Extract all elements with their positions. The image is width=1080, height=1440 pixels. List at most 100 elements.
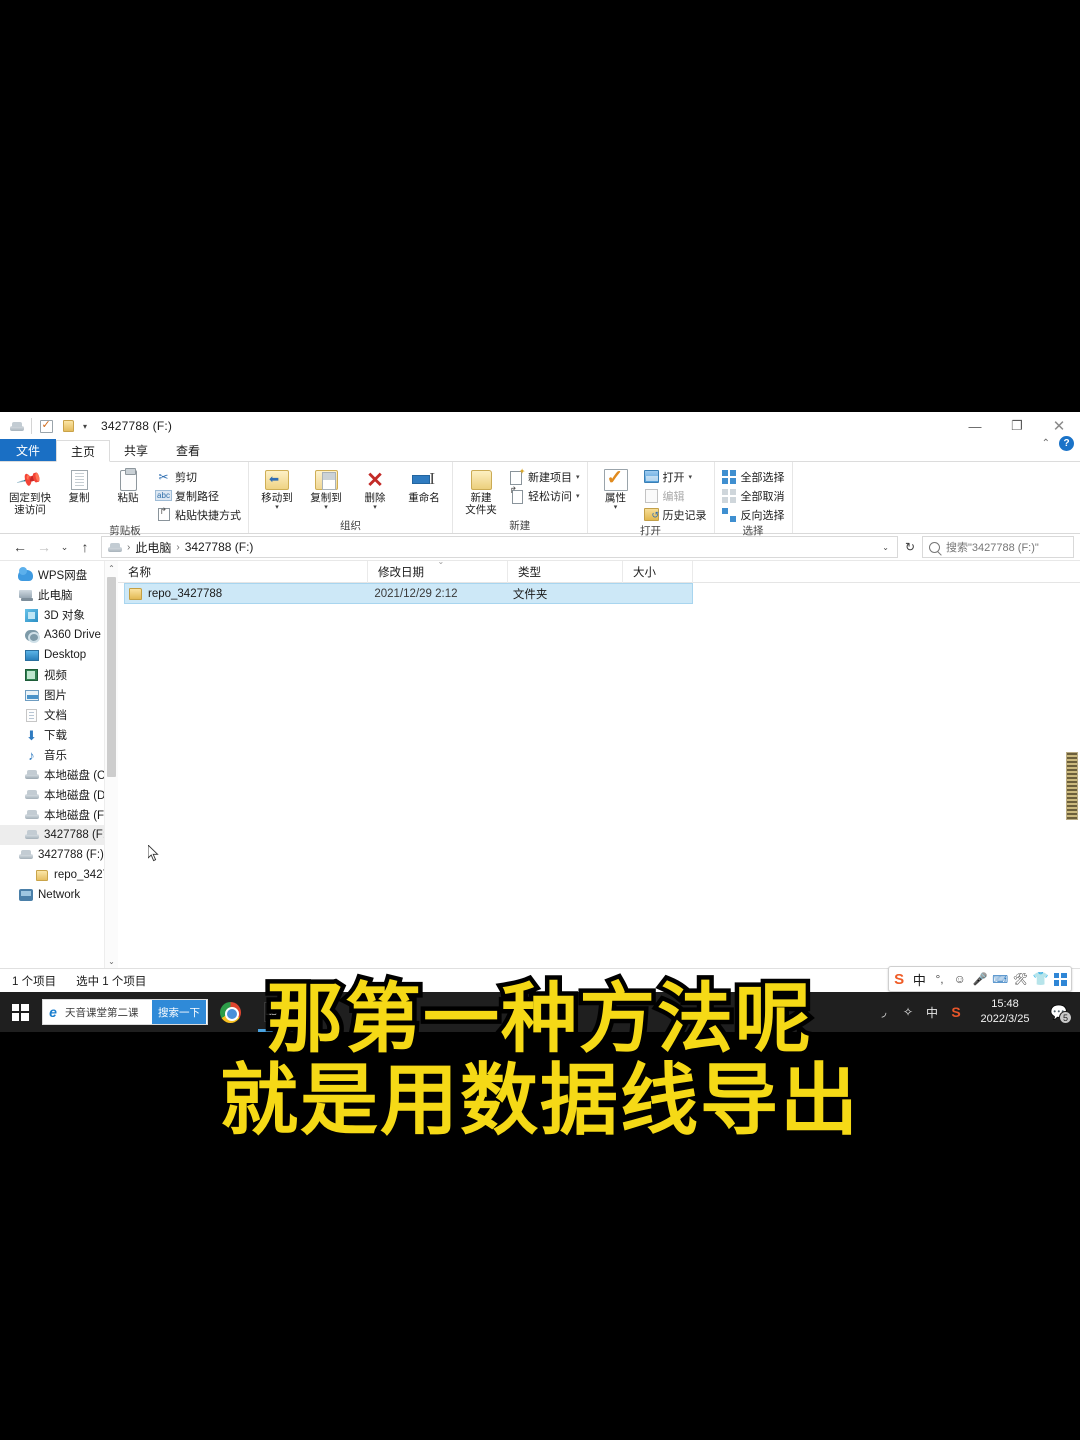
search-go-button[interactable]: 搜索一下 xyxy=(152,1000,206,1024)
sidebar-item-documents[interactable]: 文档 xyxy=(0,705,118,725)
select-all-button[interactable]: 全部选择 xyxy=(719,467,788,486)
maximize-button[interactable]: ❐ xyxy=(996,412,1038,440)
forward-button[interactable]: → xyxy=(32,536,56,558)
emoji-icon[interactable]: ☺ xyxy=(950,967,970,991)
sidebar-item-pictures[interactable]: 图片 xyxy=(0,685,118,705)
tab-file[interactable]: 文件 xyxy=(0,439,57,461)
new-folder-button[interactable]: 新建 文件夹 xyxy=(457,465,505,516)
rename-button[interactable]: 重命名 xyxy=(400,465,448,505)
chevron-down-icon[interactable]: ▾ xyxy=(689,473,693,481)
voice-input-icon[interactable]: 🎤 xyxy=(970,967,990,991)
taskbar-app-chrome[interactable] xyxy=(208,992,252,1032)
sogou-logo-icon[interactable]: S xyxy=(889,967,909,991)
edit-button: 编辑 xyxy=(641,486,710,505)
notification-center-button[interactable]: 💬 5 xyxy=(1042,992,1076,1032)
breadcrumb-this-pc[interactable]: 此电脑 xyxy=(135,539,171,556)
chevron-down-icon[interactable]: ⌄ xyxy=(876,543,895,552)
chinese-mode-icon[interactable]: 中 xyxy=(909,967,929,991)
scrollbar-thumb[interactable] xyxy=(107,577,116,777)
back-button[interactable]: ← xyxy=(8,536,32,558)
sidebar-item-this-pc[interactable]: 此电脑 xyxy=(0,585,118,605)
chevron-down-icon[interactable]: ▾ xyxy=(275,504,279,511)
refresh-button[interactable]: ↻ xyxy=(898,536,922,558)
explorer-body: WPS网盘 此电脑 3D 对象 A360 Drive Desktop 视频 图片… xyxy=(0,557,1080,968)
sidebar-item-3d-objects[interactable]: 3D 对象 xyxy=(0,605,118,625)
sidebar-item-drive-3427788[interactable]: 3427788 (F:) xyxy=(0,825,118,845)
cut-button[interactable]: ✂ 剪切 xyxy=(153,467,244,486)
recent-locations-button[interactable]: ⌄ xyxy=(56,536,73,558)
sidebar-item-drive-3427788-root[interactable]: 3427788 (F:) xyxy=(0,845,118,865)
sidebar-item-videos[interactable]: 视频 xyxy=(0,665,118,685)
breadcrumb-drive[interactable]: 3427788 (F:) xyxy=(185,540,254,554)
column-header-date-modified[interactable]: 修改日期 ⌄ xyxy=(368,557,508,583)
copy-button[interactable]: 复制 xyxy=(55,465,103,505)
properties-icon[interactable] xyxy=(35,415,57,437)
tab-home[interactable]: 主页 xyxy=(56,440,111,462)
toolbox-icon[interactable]: 🛠 xyxy=(1010,967,1030,991)
sidebar-item-wps-cloud[interactable]: WPS网盘 xyxy=(0,565,118,585)
properties-button[interactable]: 属性 ▾ xyxy=(592,465,640,511)
open-button[interactable]: 打开 ▾ xyxy=(641,467,710,486)
sidebar-item-downloads[interactable]: ⬇ 下载 xyxy=(0,725,118,745)
help-icon[interactable]: ? xyxy=(1059,436,1074,451)
sogou-icon[interactable]: S xyxy=(944,992,968,1032)
chevron-down-icon[interactable]: ▾ xyxy=(324,504,328,511)
easy-access-button[interactable]: 轻松访问 ▾ xyxy=(506,485,583,505)
history-button[interactable]: 历史记录 xyxy=(641,505,710,524)
sidebar-item-local-disk-f[interactable]: 本地磁盘 (F:) xyxy=(0,805,118,825)
chevron-up-icon[interactable]: ⌃ xyxy=(1042,438,1050,449)
start-button[interactable] xyxy=(0,992,40,1032)
taskbar-app-douyin[interactable]: ⏣ xyxy=(252,992,296,1032)
easy-access-icon xyxy=(509,485,524,504)
paste-button[interactable]: 粘贴 xyxy=(104,465,152,505)
paste-shortcut-button[interactable]: 粘贴快捷方式 xyxy=(153,505,244,524)
ribbon-group-open: 属性 ▾ 打开 ▾ 编辑 历史记录 xyxy=(588,462,715,537)
chevron-down-icon[interactable]: ▾ xyxy=(373,504,377,511)
wifi-icon[interactable]: ◞ xyxy=(872,992,896,1032)
delete-button[interactable]: ✕ 删除 ▾ xyxy=(351,465,399,511)
chevron-down-icon[interactable]: ▾ xyxy=(576,492,580,500)
move-to-button[interactable]: 移动到 ▾ xyxy=(253,465,301,511)
search-input[interactable]: 搜索"3427788 (F:)" xyxy=(922,536,1074,558)
sidebar-item-local-disk-c[interactable]: 本地磁盘 (C:) xyxy=(0,765,118,785)
local-disk-icon xyxy=(24,828,39,843)
up-button[interactable]: ↑ xyxy=(73,536,97,558)
sidebar-item-a360-drive[interactable]: A360 Drive xyxy=(0,625,118,645)
ime-chinese-icon[interactable]: 中 xyxy=(920,992,944,1032)
column-header-name[interactable]: 名称 xyxy=(118,560,368,583)
new-item-button[interactable]: 新建项目 ▾ xyxy=(506,467,583,486)
new-folder-icon[interactable] xyxy=(57,415,79,437)
invert-selection-button[interactable]: 反向选择 xyxy=(719,505,788,524)
tab-view[interactable]: 查看 xyxy=(162,439,214,461)
sidebar-item-local-disk-d[interactable]: 本地磁盘 (D:) xyxy=(0,785,118,805)
properties-label: 属性 xyxy=(605,492,627,504)
customize-caret-icon[interactable]: ▾ xyxy=(79,422,91,431)
chevron-down-icon[interactable]: ▾ xyxy=(576,473,580,481)
address-input[interactable]: › 此电脑 › 3427788 (F:) ⌄ xyxy=(101,536,898,558)
punctuation-icon[interactable]: °, xyxy=(929,967,949,991)
table-row[interactable]: repo_3427788 2021/12/29 2:12 文件夹 xyxy=(124,583,693,604)
select-none-button[interactable]: 全部取消 xyxy=(719,486,788,505)
sidebar-item-repo-3427788[interactable]: repo_3427788 xyxy=(0,865,118,885)
scroll-up-icon[interactable]: ⌃ xyxy=(105,561,118,575)
skin-icon[interactable]: 👕 xyxy=(1031,967,1051,991)
taskbar-search-value[interactable]: 天音课堂第二课 xyxy=(63,1005,152,1020)
minimize-button[interactable]: — xyxy=(954,412,996,440)
pin-to-quick-access-button[interactable]: 📌 固定到快 速访问 xyxy=(6,465,54,516)
clock[interactable]: 15:48 2022/3/25 xyxy=(968,992,1042,1032)
bluetooth-icon[interactable]: ✧ xyxy=(896,992,920,1032)
sidebar-item-desktop[interactable]: Desktop xyxy=(0,645,118,665)
copy-path-button[interactable]: abc 复制路径 xyxy=(153,486,244,505)
taskbar-search-box[interactable]: e 天音课堂第二课 搜索一下 xyxy=(42,999,208,1025)
tab-share[interactable]: 共享 xyxy=(110,439,162,461)
soft-keyboard-icon[interactable]: ⌨ xyxy=(990,967,1010,991)
copy-to-button[interactable]: 复制到 ▾ xyxy=(302,465,350,511)
sidebar-item-network[interactable]: Network xyxy=(0,885,118,905)
scroll-down-icon[interactable]: ⌄ xyxy=(105,954,118,968)
more-panel-icon[interactable] xyxy=(1051,967,1071,991)
chevron-down-icon[interactable]: ▾ xyxy=(614,504,618,511)
column-header-type[interactable]: 类型 xyxy=(508,560,623,583)
sidebar-item-music[interactable]: ♪ 音乐 xyxy=(0,745,118,765)
column-header-size[interactable]: 大小 xyxy=(623,560,693,583)
navpane-scrollbar[interactable]: ⌃ ⌄ xyxy=(104,561,118,968)
